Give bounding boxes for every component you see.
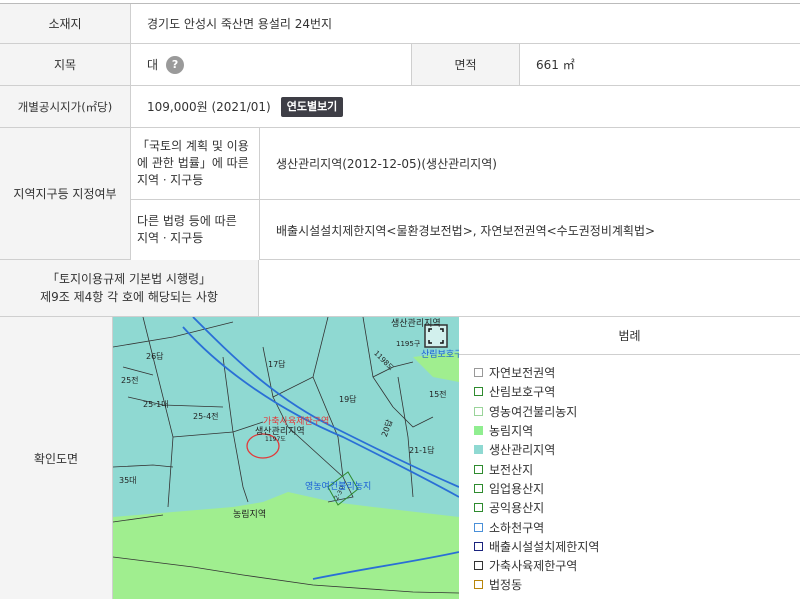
legend-item: 임업용산지 <box>474 479 599 498</box>
decree-row: 「토지이용규제 기본법 시행령」 제9조 제4항 각 호에 해당되는 사항 <box>0 260 800 317</box>
map-parcel-label: 25-4전 <box>193 411 219 421</box>
legend-swatch-icon <box>474 406 483 416</box>
legend-label: 농림지역 <box>489 424 534 439</box>
land-info-table: 소재지 경기도 안성시 죽산면 용설리 24번지 지목 대 ? 면적 661 ㎡… <box>0 0 800 599</box>
legend-swatch-icon <box>474 541 483 551</box>
legend-swatch-icon <box>474 580 483 590</box>
legend-item: 농림지역 <box>474 421 599 440</box>
price-value: 109,000원 (2021/01) <box>147 100 271 114</box>
zoning-national-subrow: 「국토의 계획 및 이용 에 관한 법률」에 따른 지역ㆍ지구등 생산관리지역(… <box>131 128 800 200</box>
legend-swatch-icon <box>474 445 483 455</box>
map-parcel-label: 25-1대 <box>143 400 169 409</box>
decree-label: 「토지이용규제 기본법 시행령」 제9조 제4항 각 호에 해당되는 사항 <box>0 260 258 316</box>
legend-item: 소하천구역 <box>474 517 599 536</box>
map-parcel-label: 19답 <box>339 394 357 404</box>
legend-label: 임업용산지 <box>489 481 545 496</box>
legend-item: 배출시설설치제한지역 <box>474 537 599 556</box>
other-law-label: 다른 법령 등에 따른 지역ㆍ지구등 <box>137 214 237 245</box>
location-label: 소재지 <box>0 4 130 43</box>
legend-swatch-icon <box>474 368 483 378</box>
zoning-row: 지역지구등 지정여부 「국토의 계획 및 이용 에 관한 법률」에 따른 지역ㆍ… <box>0 128 800 260</box>
map-parcel-label: 21-1답 <box>409 445 435 455</box>
legend-label: 법정동 <box>489 578 523 593</box>
zoning-other-subrow: 다른 법령 등에 따른 지역ㆍ지구등 배출시설설치제한지역<물환경보전법>, 자… <box>131 200 800 260</box>
map-zone-label: 생산관리지역 <box>255 426 305 437</box>
yearly-view-button[interactable]: 연도별보기 <box>280 96 344 117</box>
zoning-label: 지역지구등 지정여부 <box>0 128 130 259</box>
legend-label: 산림보호구역 <box>489 385 556 400</box>
map-parcel-label: 1197도 <box>265 436 286 443</box>
area-label: 면적 <box>412 44 519 85</box>
legend-item: 영농여건불리농지 <box>474 402 599 421</box>
map-parcel-label: 35대 <box>119 476 137 485</box>
decree-value <box>259 260 800 316</box>
map-zone-label: 영농여건불리농지 <box>305 480 371 492</box>
legend-swatch-icon <box>474 483 483 493</box>
legend-label: 생산관리지역 <box>489 443 556 458</box>
land-category-value: 대 <box>147 58 159 72</box>
legend-swatch-icon <box>474 561 483 571</box>
map-zone-label: 산림보호구 <box>421 348 459 360</box>
legend-item: 공익용산지 <box>474 498 599 517</box>
legend-item: 가축사육제한구역 <box>474 556 599 575</box>
map-parcel-label: 25전 <box>121 375 139 385</box>
national-law-value: 생산관리지역(2012-12-05)(생산관리지역) <box>276 157 497 171</box>
legend-list: 자연보전권역산림보호구역영농여건불리농지농림지역생산관리지역보전산지임업용산지공… <box>474 363 599 595</box>
map-parcel-label: 17답 <box>268 359 286 369</box>
map-parcel-label: 26답 <box>146 351 164 361</box>
legend-label: 공익용산지 <box>489 501 545 516</box>
map-zone-label: 생산관리지역 <box>391 318 441 329</box>
legend-item: 법정동 <box>474 575 599 594</box>
price-label: 개별공시지가(㎡당) <box>0 86 130 127</box>
map-canvas[interactable]: 26답 17답 25전 25-1대 25-4전 19답 15전 20답 21-1… <box>113 317 459 599</box>
price-row: 개별공시지가(㎡당) 109,000원 (2021/01) 연도별보기 <box>0 86 800 128</box>
legend-label: 소하천구역 <box>489 520 545 535</box>
legend-label: 보전산지 <box>489 462 534 477</box>
other-law-value: 배출시설설치제한지역<물환경보전법>, 자연보전권역<수도권정비계획법> <box>276 223 656 238</box>
legend-swatch-icon <box>474 426 483 436</box>
legend-title: 범례 <box>459 317 800 355</box>
land-category-row: 지목 대 ? 면적 661 ㎡ <box>0 44 800 86</box>
land-category-cell: 대 ? <box>131 44 411 85</box>
legend-swatch-icon <box>474 522 483 532</box>
map-zone-label: 농림지역 <box>233 508 266 520</box>
legend-swatch-icon <box>474 503 483 513</box>
legend-item: 산림보호구역 <box>474 382 599 401</box>
map-section-label: 확인도면 <box>0 317 112 599</box>
confirmation-map[interactable]: 26답 17답 25전 25-1대 25-4전 19답 15전 20답 21-1… <box>113 317 459 599</box>
national-law-label: 「국토의 계획 및 이용 에 관한 법률」에 따른 지역ㆍ지구등 <box>137 139 249 187</box>
legend-swatch-icon <box>474 464 483 474</box>
legend-label: 자연보전권역 <box>489 366 556 381</box>
map-parcel-label: 1195구 <box>396 340 421 348</box>
legend-label: 배출시설설치제한지역 <box>489 539 600 554</box>
location-value: 경기도 안성시 죽산면 용설리 24번지 <box>147 17 333 31</box>
legend-item: 보전산지 <box>474 459 599 478</box>
legend-swatch-icon <box>474 387 483 397</box>
map-zone-label: 가축사육제한구역 <box>263 416 329 427</box>
help-icon[interactable]: ? <box>166 55 185 74</box>
area-value: 661 ㎡ <box>536 58 575 72</box>
land-category-label: 지목 <box>0 44 130 85</box>
legend-item: 생산관리지역 <box>474 440 599 459</box>
price-cell: 109,000원 (2021/01) 연도별보기 <box>131 86 800 127</box>
map-parcel-label: 15전 <box>429 389 447 399</box>
legend-label: 영농여건불리농지 <box>489 404 578 419</box>
legend-item: 자연보전권역 <box>474 363 599 382</box>
legend-label: 가축사육제한구역 <box>489 559 578 574</box>
location-row: 소재지 경기도 안성시 죽산면 용설리 24번지 <box>0 4 800 44</box>
